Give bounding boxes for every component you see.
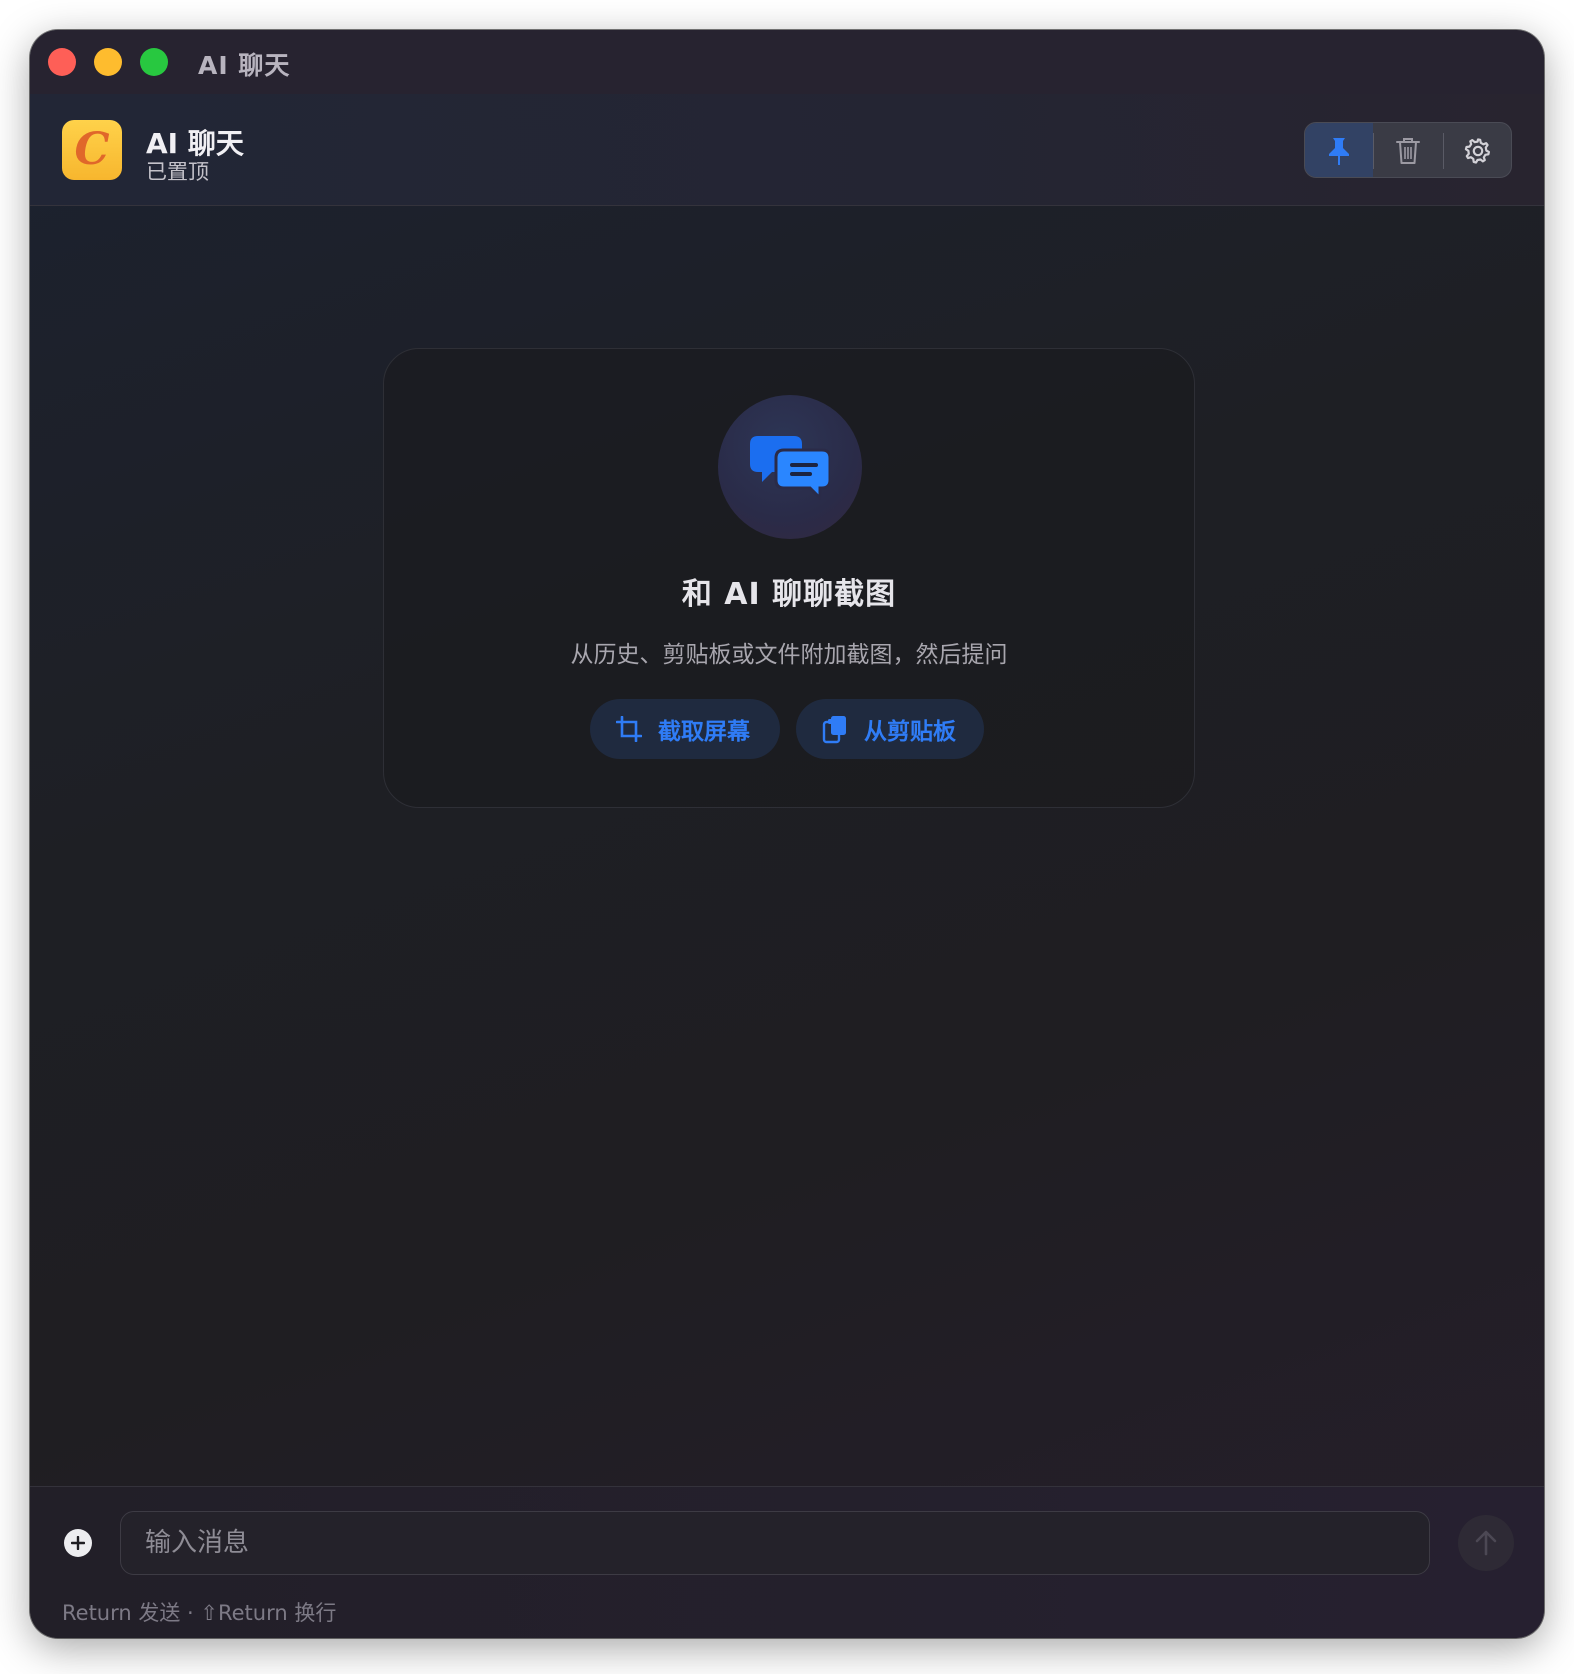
clipboard-icon	[822, 716, 846, 744]
keyboard-hint: Return 发送 · ⇧Return 换行	[62, 1601, 337, 1625]
window-title: AI 聊天	[198, 51, 291, 80]
pin-icon	[1329, 138, 1349, 165]
crop-icon	[616, 716, 642, 742]
settings-button[interactable]	[1444, 123, 1511, 177]
message-input[interactable]	[120, 1511, 1430, 1575]
send-button[interactable]	[1458, 1515, 1514, 1571]
chat-bubbles-icon	[750, 436, 830, 500]
title-bar: AI 聊天	[30, 30, 1544, 94]
hero-badge	[718, 395, 862, 539]
app-window: AI 聊天 C AI 聊天 已置顶 和 AI 聊聊截图 从历史、剪贴板或文件附加…	[30, 30, 1544, 1638]
welcome-subtitle: 从历史、剪贴板或文件附加截图，然后提问	[570, 642, 1008, 668]
pin-button[interactable]	[1305, 123, 1373, 177]
composer: Return 发送 · ⇧Return 换行	[30, 1486, 1544, 1638]
arrow-up-icon	[1475, 1530, 1497, 1556]
welcome-card: 和 AI 聊聊截图 从历史、剪贴板或文件附加截图，然后提问 截取屏幕 从剪贴板	[383, 348, 1195, 808]
pinned-status: 已置顶	[146, 160, 209, 184]
chat-header: C AI 聊天 已置顶	[30, 94, 1544, 206]
delete-chat-button[interactable]	[1374, 123, 1442, 177]
plus-icon	[71, 1536, 85, 1550]
minimize-window-button[interactable]	[94, 48, 122, 76]
add-attachment-button[interactable]	[64, 1529, 92, 1557]
zoom-window-button[interactable]	[140, 48, 168, 76]
paste-clipboard-button[interactable]: 从剪贴板	[796, 699, 984, 759]
gear-icon	[1464, 138, 1490, 164]
header-toolbar	[1304, 122, 1512, 178]
app-logo: C	[62, 120, 122, 180]
close-window-button[interactable]	[48, 48, 76, 76]
welcome-title: 和 AI 聊聊截图	[681, 577, 897, 612]
paste-clipboard-label: 从剪贴板	[864, 719, 956, 745]
trash-icon	[1396, 138, 1420, 164]
capture-screen-button[interactable]: 截取屏幕	[590, 699, 780, 759]
capture-screen-label: 截取屏幕	[658, 719, 750, 745]
app-logo-letter: C	[74, 124, 110, 175]
